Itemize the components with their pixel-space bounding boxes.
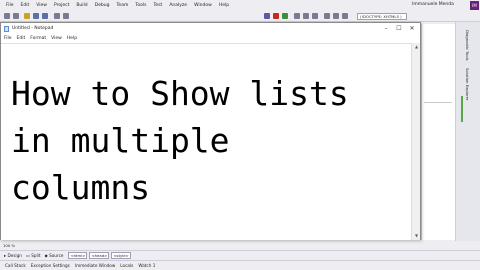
vs-menu-analyze[interactable]: Analyze bbox=[169, 3, 187, 8]
vertical-scrollbar[interactable]: ▲ ▼ bbox=[411, 43, 420, 240]
minimize-button[interactable]: – bbox=[380, 24, 392, 33]
split-label: Split bbox=[31, 253, 41, 258]
notepad-window: Untitled - Notepad – ☐ ✕ File Edit Forma… bbox=[0, 22, 421, 240]
vs-menubar: File Edit View Project Build Debug Team … bbox=[0, 0, 480, 11]
vs-view-bar: ▸ Design ▭ Split ◆ Source <html> <head> … bbox=[0, 250, 480, 260]
avatar[interactable]: IM bbox=[470, 1, 479, 10]
vs-toolbar bbox=[0, 11, 480, 22]
step-over-icon[interactable] bbox=[303, 13, 309, 19]
toolbar-tool-icon[interactable] bbox=[324, 13, 330, 19]
tab-call-stack[interactable]: Call Stack bbox=[5, 263, 26, 268]
vs-menu-team[interactable]: Team bbox=[116, 3, 128, 8]
breadcrumb-head[interactable]: <head> bbox=[89, 252, 110, 259]
vs-menu-test[interactable]: Test bbox=[153, 3, 162, 8]
vs-menu-project[interactable]: Project bbox=[54, 3, 69, 8]
tab-immediate-window[interactable]: Immediate Window bbox=[75, 263, 115, 268]
window-title: Untitled - Notepad bbox=[12, 26, 54, 31]
restart-icon[interactable] bbox=[282, 13, 288, 19]
menu-help[interactable]: Help bbox=[67, 36, 77, 41]
save-all-icon[interactable] bbox=[42, 13, 48, 19]
pause-icon[interactable] bbox=[264, 13, 270, 19]
vs-menu-view[interactable]: View bbox=[36, 3, 47, 8]
step-into-icon[interactable] bbox=[294, 13, 300, 19]
vs-menu-help[interactable]: Help bbox=[219, 3, 229, 8]
text-editor-area[interactable]: How to Show lists in multiple columns bbox=[1, 43, 411, 240]
doctype-dropdown[interactable]: (!DOCTYPE: XHTML5 ) bbox=[357, 13, 407, 20]
scroll-down-icon[interactable]: ▼ bbox=[414, 233, 419, 238]
design-label: Design bbox=[7, 253, 22, 258]
forward-icon[interactable] bbox=[13, 13, 19, 19]
tab-watch-1[interactable]: Watch 1 bbox=[138, 263, 155, 268]
document-text[interactable]: How to Show lists in multiple columns bbox=[11, 70, 349, 211]
stop-icon[interactable] bbox=[273, 13, 279, 19]
notepad-titlebar[interactable]: Untitled - Notepad – ☐ ✕ bbox=[1, 23, 420, 34]
split-view-button[interactable]: ▭ Split bbox=[26, 253, 41, 258]
source-view-button[interactable]: ◆ Source bbox=[45, 253, 64, 258]
vs-menu-debug[interactable]: Debug bbox=[95, 3, 110, 8]
tab-solution-explorer[interactable]: Solution Explorer bbox=[465, 68, 470, 100]
maximize-button[interactable]: ☐ bbox=[393, 24, 405, 33]
tab-exception-settings[interactable]: Exception Settings bbox=[31, 263, 70, 268]
vs-user-name[interactable]: Immanuele Menda bbox=[412, 2, 454, 7]
design-view-button[interactable]: ▸ Design bbox=[4, 253, 22, 258]
menu-edit[interactable]: Edit bbox=[17, 36, 26, 41]
step-out-icon[interactable] bbox=[312, 13, 318, 19]
breadcrumb-html[interactable]: <html> bbox=[68, 252, 88, 259]
vs-menu-tools[interactable]: Tools bbox=[135, 3, 146, 8]
vs-tool-tabs: Call Stack Exception Settings Immediate … bbox=[0, 260, 480, 270]
close-button[interactable]: ✕ bbox=[406, 24, 418, 33]
tab-diagnostic-tools[interactable]: Diagnostic Tools bbox=[465, 30, 470, 61]
menu-format[interactable]: Format bbox=[30, 36, 46, 41]
vs-editor-footer bbox=[0, 241, 480, 250]
notepad-icon bbox=[4, 25, 9, 32]
redo-icon[interactable] bbox=[63, 13, 69, 19]
vs-editor-background bbox=[421, 24, 455, 240]
vs-menu-edit[interactable]: Edit bbox=[21, 3, 30, 8]
scroll-up-icon[interactable]: ▲ bbox=[414, 44, 419, 49]
undo-icon[interactable] bbox=[54, 13, 60, 19]
menu-view[interactable]: View bbox=[51, 36, 62, 41]
menu-file[interactable]: File bbox=[4, 36, 12, 41]
vs-menu-file[interactable]: File bbox=[6, 3, 14, 8]
save-icon[interactable] bbox=[33, 13, 39, 19]
breadcrumb-style[interactable]: <style> bbox=[111, 252, 131, 259]
toolbar-tool-icon[interactable] bbox=[342, 13, 348, 19]
source-label: Source bbox=[49, 253, 64, 258]
back-icon[interactable] bbox=[4, 13, 10, 19]
tab-locals[interactable]: Locals bbox=[120, 263, 133, 268]
notepad-menubar: File Edit Format View Help bbox=[1, 34, 420, 43]
zoom-level[interactable]: 100 % bbox=[3, 243, 15, 248]
vs-menu-build[interactable]: Build bbox=[76, 3, 87, 8]
open-folder-icon[interactable] bbox=[24, 13, 30, 19]
vs-menu-window[interactable]: Window bbox=[194, 3, 212, 8]
change-indicator bbox=[461, 96, 463, 122]
toolbar-tool-icon[interactable] bbox=[333, 13, 339, 19]
divider bbox=[424, 102, 452, 103]
